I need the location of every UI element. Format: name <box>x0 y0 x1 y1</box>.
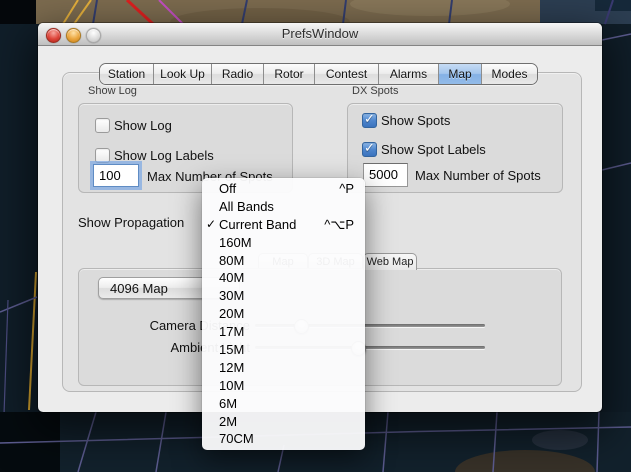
menu-item-label: 17M <box>219 324 245 340</box>
tab-alarms[interactable]: Alarms <box>378 64 438 84</box>
show-log-labels-checkbox[interactable] <box>95 148 110 163</box>
tab-station[interactable]: Station <box>100 64 153 84</box>
show-propagation-band-menu: Off ^P All Bands ✓ Current Band ^⌥P 160M 80… <box>202 178 365 451</box>
menu-item-80m[interactable]: 80M <box>202 252 365 270</box>
show-spot-labels-checkbox-label: Show Spot Labels <box>381 142 486 157</box>
tab-radio[interactable]: Radio <box>211 64 263 84</box>
menu-item-current-band[interactable]: ✓ Current Band ^⌥P <box>202 216 365 234</box>
menu-item-label: 2M <box>219 413 238 429</box>
window-title: PrefsWindow <box>281 26 359 41</box>
menu-item-label: 80M <box>219 252 245 268</box>
menu-item-label: 20M <box>219 306 245 322</box>
menu-item-label: All Bands <box>219 198 274 214</box>
menu-item-label: 160M <box>219 234 252 250</box>
tab-modes[interactable]: Modes <box>481 64 537 84</box>
menu-item-17m[interactable]: 17M <box>202 323 365 341</box>
show-log-max-spots-field[interactable]: 100 <box>93 164 139 187</box>
menu-item-15m[interactable]: 15M <box>202 341 365 359</box>
menu-item-label: 30M <box>219 288 245 304</box>
show-log-checkbox[interactable] <box>95 118 110 133</box>
show-log-labels-checkbox-label: Show Log Labels <box>114 148 214 163</box>
show-log-checkbox-label: Show Log <box>114 118 172 133</box>
show-log-group-title: Show Log <box>88 85 137 97</box>
window-titlebar[interactable]: PrefsWindow <box>38 23 602 46</box>
menu-item-shortcut: ^P <box>339 181 354 196</box>
menu-item-12m[interactable]: 12M <box>202 359 365 377</box>
screen: { "colors": { "selected_tab_blue": "#84b… <box>0 0 631 472</box>
check-icon: ✓ <box>364 111 375 126</box>
menu-item-label: 15M <box>219 342 245 358</box>
menu-item-label: 40M <box>219 270 245 286</box>
menu-item-label: 12M <box>219 359 245 375</box>
show-spots-checkbox-label: Show Spots <box>381 113 451 128</box>
menu-item-label: 6M <box>219 395 238 411</box>
check-icon: ✓ <box>364 140 375 155</box>
show-propagation-label: Show Propagation <box>78 215 185 230</box>
menu-item-30m[interactable]: 30M <box>202 287 365 305</box>
map-view-tab-web-map[interactable]: Web Map <box>363 253 417 270</box>
menu-item-40m[interactable]: 40M <box>202 269 365 287</box>
tab-contest[interactable]: Contest <box>314 64 378 84</box>
prefs-tab-bar: Station Look Up Radio Rotor Contest Alar… <box>99 63 538 85</box>
menu-item-2m[interactable]: 2M <box>202 413 365 431</box>
menu-checkmark: ✓ <box>206 216 217 231</box>
menu-item-6m[interactable]: 6M <box>202 395 365 413</box>
menu-item-label: 70CM <box>219 431 254 447</box>
menu-item-off[interactable]: Off ^P <box>202 180 365 198</box>
show-spot-labels-checkbox[interactable]: ✓ <box>362 140 377 157</box>
menu-item-label: 10M <box>219 377 245 393</box>
menu-item-160m[interactable]: 160M <box>202 234 365 252</box>
tab-map[interactable]: Map <box>438 64 481 84</box>
dx-spots-max-spots-label: Max Number of Spots <box>415 168 541 183</box>
menu-item-label: Off <box>219 181 237 196</box>
menu-item-10m[interactable]: 10M <box>202 377 365 395</box>
dx-spots-max-spots-field[interactable]: 5000 <box>363 163 408 187</box>
tab-look-up[interactable]: Look Up <box>153 64 211 84</box>
dx-spots-group-title: DX Spots <box>352 85 399 97</box>
menu-item-70cm[interactable]: 70CM <box>202 430 365 448</box>
menu-item-all-bands[interactable]: All Bands <box>202 198 365 216</box>
menu-item-shortcut: ^⌥P <box>324 216 354 232</box>
tab-rotor[interactable]: Rotor <box>263 64 314 84</box>
menu-item-20m[interactable]: 20M <box>202 305 365 323</box>
menu-item-label: Current Band <box>219 216 297 232</box>
show-spots-checkbox[interactable]: ✓ <box>362 111 377 128</box>
